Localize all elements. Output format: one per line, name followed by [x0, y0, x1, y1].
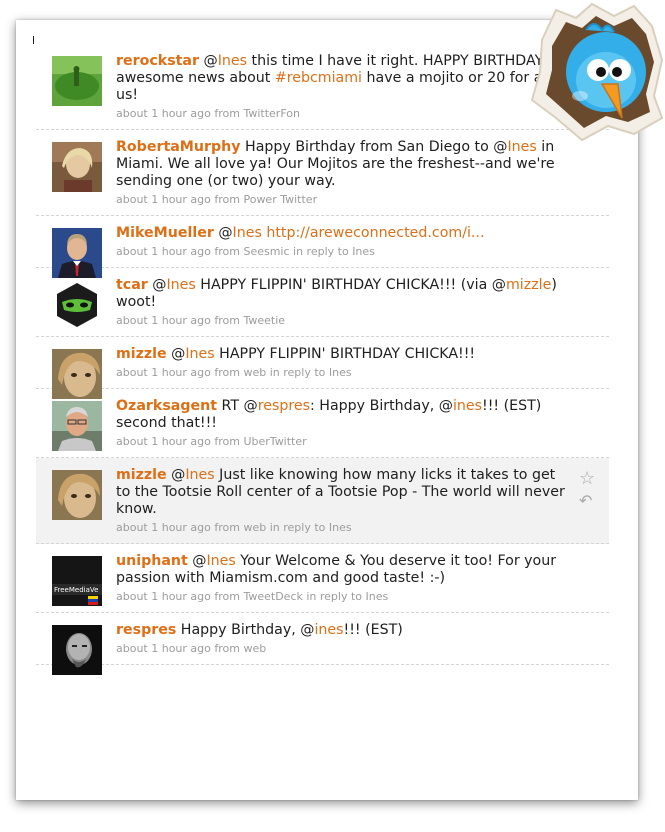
tweet-item: Ozarksagent RT @respres: Happy Birthday,… [36, 389, 609, 458]
mention-link[interactable]: Ines [233, 225, 262, 241]
username-link[interactable]: RobertaMurphy [116, 139, 241, 155]
tweet-item: mizzle @Ines HAPPY FLIPPIN' BIRTHDAY CHI… [36, 337, 609, 399]
reply-arrow-icon[interactable]: ↶ [579, 492, 599, 510]
mention-link[interactable]: Ines [185, 346, 214, 362]
text-part: @ [147, 277, 167, 293]
avatar-uniphant[interactable]: FreeMediaVe [52, 556, 102, 606]
text-part: @ [213, 225, 233, 241]
text-part: @ [166, 467, 186, 483]
text-part: @ [166, 346, 186, 362]
tweet-meta[interactable]: about 1 hour ago from Tweetie [116, 314, 573, 328]
username-link[interactable]: uniphant [116, 553, 188, 569]
tweet-actions: ☆ ↶ [579, 470, 599, 510]
tweet-item: mizzle @Ines Just like knowing how many … [36, 458, 609, 544]
hashtag-link[interactable]: #rebcmiami [275, 70, 362, 86]
mention-link[interactable]: Ines [206, 553, 235, 569]
tweet-text: uniphant @Ines Your Welcome & You deserv… [116, 553, 573, 587]
text-part: HAPPY FLIPPIN' BIRTHDAY CHICKA!!! [214, 346, 476, 362]
tweet-text: MikeMueller @Ines http://areweconnected.… [116, 225, 573, 242]
tweet-meta[interactable]: about 1 hour ago from web in reply to In… [116, 521, 573, 535]
username-link[interactable]: MikeMueller [116, 225, 214, 241]
tweet-item: FreeMediaVe uniphant @Ines Your Welcome … [36, 544, 609, 613]
text-part: @ [187, 553, 207, 569]
tweet-item: respres Happy Birthday, @ines!!! (EST) a… [36, 613, 609, 675]
tweet-text: Ozarksagent RT @respres: Happy Birthday,… [116, 398, 573, 432]
avatar-robertamurphy[interactable] [52, 142, 102, 192]
tweet-meta[interactable]: about 1 hour ago from web [116, 642, 573, 656]
mention-link[interactable]: ines [314, 622, 343, 638]
text-part: Happy Birthday, @ [176, 622, 315, 638]
tweet-text: RobertaMurphy Happy Birthday from San Di… [116, 139, 573, 190]
username-link[interactable]: respres [116, 622, 176, 638]
tweet-text: mizzle @Ines Just like knowing how many … [116, 467, 573, 518]
text-part: : Happy Birthday, @ [310, 398, 453, 414]
tweet-meta[interactable]: about 1 hour ago from UberTwitter [116, 435, 573, 449]
tweet-meta[interactable]: about 1 hour ago from Seesmic in reply t… [116, 245, 573, 259]
tweet-text: tcar @Ines HAPPY FLIPPIN' BIRTHDAY CHICK… [116, 277, 573, 311]
mention-link[interactable]: respres [258, 398, 310, 414]
tweet-item: MikeMueller @Ines http://areweconnected.… [36, 216, 609, 278]
tweet-meta[interactable]: about 1 hour ago from web in reply to In… [116, 366, 573, 380]
tweet-text: mizzle @Ines HAPPY FLIPPIN' BIRTHDAY CHI… [116, 346, 573, 363]
avatar-mizzle[interactable] [52, 470, 102, 520]
avatar-ozarksagent[interactable] [52, 401, 102, 451]
avatar-respres[interactable] [52, 625, 102, 675]
tweet-item: tcar @Ines HAPPY FLIPPIN' BIRTHDAY CHICK… [36, 268, 609, 337]
text-part: Happy Birthday from San Diego to @ [240, 139, 508, 155]
tweet-text: respres Happy Birthday, @ines!!! (EST) [116, 622, 573, 639]
url-link[interactable]: http://areweconnected.com/i... [266, 225, 484, 241]
tweet-meta[interactable]: about 1 hour ago from TweetDeck in reply… [116, 590, 573, 604]
tweet-meta[interactable]: about 1 hour ago from TwitterFon [116, 107, 573, 121]
mention-link[interactable]: ines [453, 398, 482, 414]
avatar-caption: FreeMediaVe [54, 586, 98, 594]
username-link[interactable]: rerockstar [116, 53, 199, 69]
mention-link[interactable]: Ines [166, 277, 195, 293]
mention-link[interactable]: Ines [185, 467, 214, 483]
twitter-bird-icon [530, 2, 664, 142]
text-part: @ [199, 53, 218, 69]
favorite-star-icon[interactable]: ☆ [579, 470, 599, 488]
text-part: HAPPY FLIPPIN' BIRTHDAY CHICKA!!! (via @ [195, 277, 506, 293]
username-link[interactable]: mizzle [116, 346, 167, 362]
username-link[interactable]: tcar [116, 277, 148, 293]
tweet-meta[interactable]: about 1 hour ago from Power Twitter [116, 193, 573, 207]
tweet-text: rerockstar @Ines this time I have it rig… [116, 53, 573, 104]
mention-link[interactable]: mizzle [506, 277, 551, 293]
mention-link[interactable]: Ines [218, 53, 247, 69]
avatar-rerockstar[interactable] [52, 56, 102, 106]
username-link[interactable]: mizzle [116, 467, 167, 483]
text-part: !!! (EST) [343, 622, 403, 638]
text-cursor [33, 36, 34, 44]
username-link[interactable]: Ozarksagent [116, 398, 217, 414]
text-part: RT @ [217, 398, 258, 414]
avatar-tcar[interactable] [52, 280, 102, 330]
